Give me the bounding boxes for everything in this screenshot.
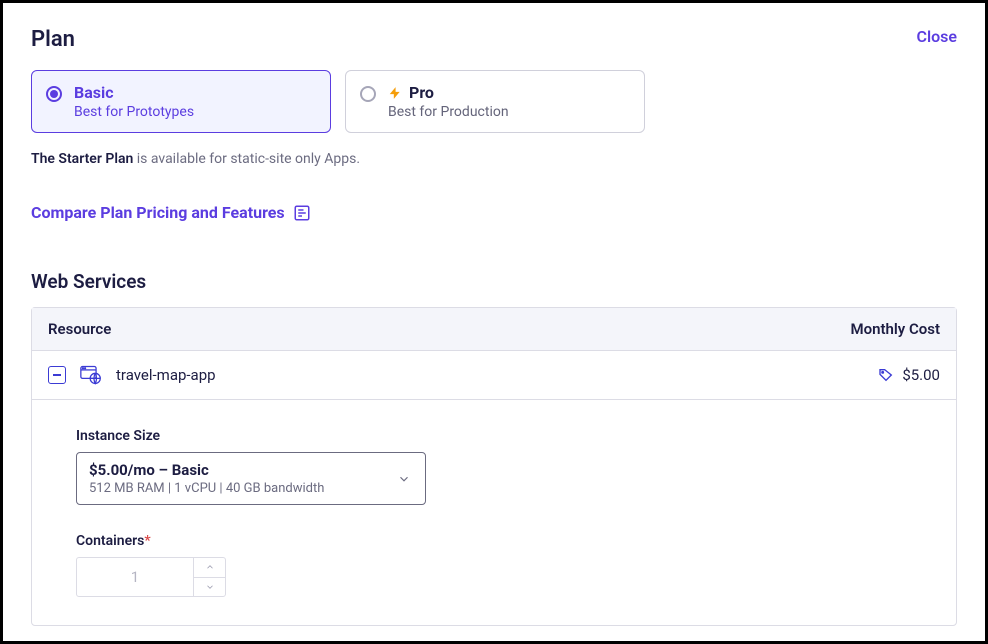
collapse-button[interactable] (48, 366, 66, 384)
plan-subtitle: Best for Production (388, 104, 509, 120)
chevron-down-icon (205, 582, 215, 592)
minus-icon (53, 374, 61, 376)
containers-stepper[interactable]: 1 (76, 557, 226, 597)
chevron-down-icon (397, 472, 411, 486)
plan-card-group: Basic Best for Prototypes Pro Best for P… (31, 70, 957, 133)
instance-size-value: $5.00/mo – Basic (89, 461, 385, 479)
radio-icon (46, 86, 62, 102)
chevron-up-icon (205, 562, 215, 572)
app-globe-icon (80, 365, 102, 385)
lightning-icon (388, 85, 402, 101)
instance-size-select[interactable]: $5.00/mo – Basic 512 MB RAM | 1 vCPU | 4… (76, 452, 426, 505)
price-tag-icon (878, 367, 894, 383)
web-services-table: Resource Monthly Cost travel-map-app (31, 307, 957, 626)
plan-subtitle: Best for Prototypes (74, 104, 194, 120)
table-row: travel-map-app $5.00 (32, 351, 956, 400)
containers-value: 1 (77, 558, 193, 596)
monthly-cost-value: $5.00 (902, 366, 940, 384)
stepper-down-button[interactable] (194, 578, 225, 597)
app-name: travel-map-app (116, 366, 216, 384)
starter-plan-note: The Starter Plan is available for static… (31, 151, 957, 167)
stepper-up-button[interactable] (194, 558, 225, 578)
column-header-cost: Monthly Cost (850, 320, 940, 338)
plan-name: Pro (409, 83, 434, 102)
web-services-title: Web Services (31, 270, 957, 293)
compare-icon (293, 204, 311, 222)
radio-icon (360, 86, 376, 102)
containers-label: Containers* (76, 533, 940, 549)
page-title: Plan (31, 27, 75, 52)
close-button[interactable]: Close (916, 27, 957, 46)
plan-card-basic[interactable]: Basic Best for Prototypes (31, 70, 331, 133)
plan-card-pro[interactable]: Pro Best for Production (345, 70, 645, 133)
plan-name: Basic (74, 83, 114, 102)
compare-pricing-link[interactable]: Compare Plan Pricing and Features (31, 203, 285, 222)
column-header-resource: Resource (48, 320, 111, 338)
instance-size-detail: 512 MB RAM | 1 vCPU | 40 GB bandwidth (89, 481, 385, 496)
instance-size-label: Instance Size (76, 428, 940, 444)
